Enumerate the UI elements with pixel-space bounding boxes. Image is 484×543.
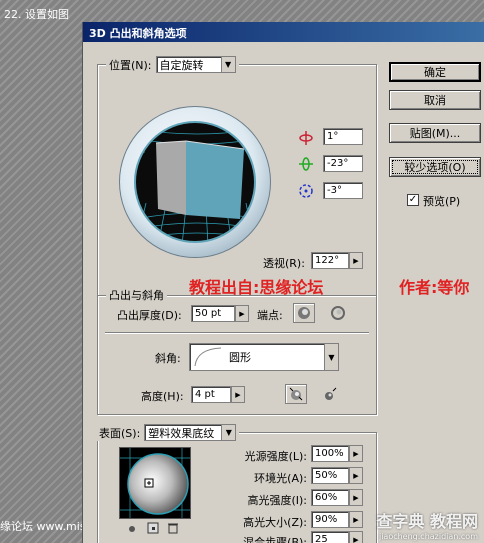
perspective-slider-arrow[interactable]: ▶ [349,252,363,269]
preview-checkbox[interactable]: ✓ [407,194,419,206]
cap-on-icon [298,307,310,319]
cap-on-button[interactable] [293,303,315,323]
perspective-field[interactable]: 122° [311,252,349,269]
light-intensity-field[interactable]: 100% [311,445,349,462]
lighting-sphere-preview[interactable] [119,447,191,519]
blend-steps-label: 混合步骤(B): [243,536,307,543]
extrude-depth-slider-arrow[interactable]: ▶ [235,305,249,322]
light-intensity-label: 光源强度(L): [244,450,307,463]
chevron-down-icon: ▼ [220,57,235,72]
chevron-down-icon: ▼ [324,344,338,370]
ambient-light-label: 环境光(A): [254,472,307,485]
corner-watermark: 查字典 教程网 jiaocheng.chazidian.com [376,508,478,541]
ambient-light-field[interactable]: 50% [311,467,349,484]
bevel-out-button[interactable] [285,384,307,404]
chevron-down-icon: ▼ [221,425,236,440]
bevel-value: 圆形 [229,351,251,364]
surface-select-value: 塑料效果底纹 [148,426,215,440]
bevel-height-label: 高度(H): [141,390,184,403]
ok-button[interactable]: 确定 [389,62,481,82]
bevel-in-icon [325,387,337,400]
surface-header: 表面(S): 塑料效果底纹 ▼ [96,424,240,441]
highlight-size-label: 高光大小(Z): [243,516,307,529]
corner-watermark-url: jiaocheng.chazidian.com [378,532,478,541]
surface-select[interactable]: 塑料效果底纹 ▼ [144,424,237,441]
cube-side-face [156,141,186,215]
rotation-trackball[interactable] [119,106,271,258]
highlight-intensity-field[interactable]: 60% [311,489,349,506]
bevel-out-icon [289,387,303,401]
rotate-z-icon [299,184,313,198]
position-select-value: 自定旋转 [159,58,204,72]
highlight-intensity-label: 高光强度(I): [247,494,307,507]
cube-front-face [186,141,244,219]
cap-label: 端点: [257,309,283,322]
bevel-select[interactable]: 圆形 ▼ [189,343,339,371]
extrude-depth-field[interactable]: 50 pt [191,305,235,322]
ambient-light-slider-arrow[interactable]: ▶ [349,467,363,484]
position-select[interactable]: 自定旋转 ▼ [155,56,236,73]
highlight-size-slider-arrow[interactable]: ▶ [349,511,363,528]
cap-off-icon [331,306,345,320]
preview-label[interactable]: 预览(P) [423,193,460,209]
highlight-size-field[interactable]: 90% [311,511,349,528]
extrude-bevel-title: 凸出与斜角 [109,289,164,302]
position-label: 位置(N): [109,58,152,72]
delete-light-icon[interactable] [167,522,179,534]
bevel-shape-icon [194,347,222,367]
light-intensity-slider-arrow[interactable]: ▶ [349,445,363,462]
dialog-title[interactable]: 3D 凸出和斜角选项 [83,22,484,42]
cancel-button[interactable]: 取消 [389,90,481,110]
corner-watermark-main: 查字典 教程网 [376,512,478,531]
surface-label: 表面(S): [99,426,141,440]
new-light-icon[interactable] [147,522,159,534]
position-header: 位置(N): 自定旋转 ▼ [106,56,239,73]
highlight-intensity-slider-arrow[interactable]: ▶ [349,489,363,506]
fewer-options-button[interactable]: 较少选项(O) [389,157,481,177]
bevel-height-field[interactable]: 4 pt [191,386,231,403]
extrude-depth-label: 凸出厚度(D): [117,309,182,322]
map-button[interactable]: 贴图(M)... [389,123,481,143]
bevel-label: 斜角: [155,352,181,365]
rotate-y-icon [299,157,313,171]
rotation-z-field[interactable]: -3° [323,182,363,199]
blend-steps-field[interactable]: 25 [311,531,349,543]
lighting-preview-graphic [120,448,190,518]
rotation-x-field[interactable]: 1° [323,128,363,145]
cap-off-button[interactable] [327,303,349,323]
extrude-bevel-dialog: 3D 凸出和斜角选项 位置(N): 自定旋转 ▼ 1° -23° -3° 透视(… [82,22,484,543]
divider [105,332,369,333]
rotate-x-icon [299,131,313,145]
bevel-in-button[interactable] [319,384,341,404]
author-overlay-text: 作者:等你 [399,278,470,297]
bevel-height-slider-arrow[interactable]: ▶ [231,386,245,403]
trackball-viewport [134,121,256,243]
trackball-grid [136,123,254,241]
move-light-back-icon[interactable] [127,524,137,534]
extrude-bevel-header: 凸出与斜角 [106,287,167,303]
blend-steps-slider-arrow[interactable]: ▶ [349,531,363,543]
perspective-label: 透视(R): [263,257,305,270]
step-caption: 22. 设置如图 [4,8,69,21]
rotation-y-field[interactable]: -23° [323,155,363,172]
